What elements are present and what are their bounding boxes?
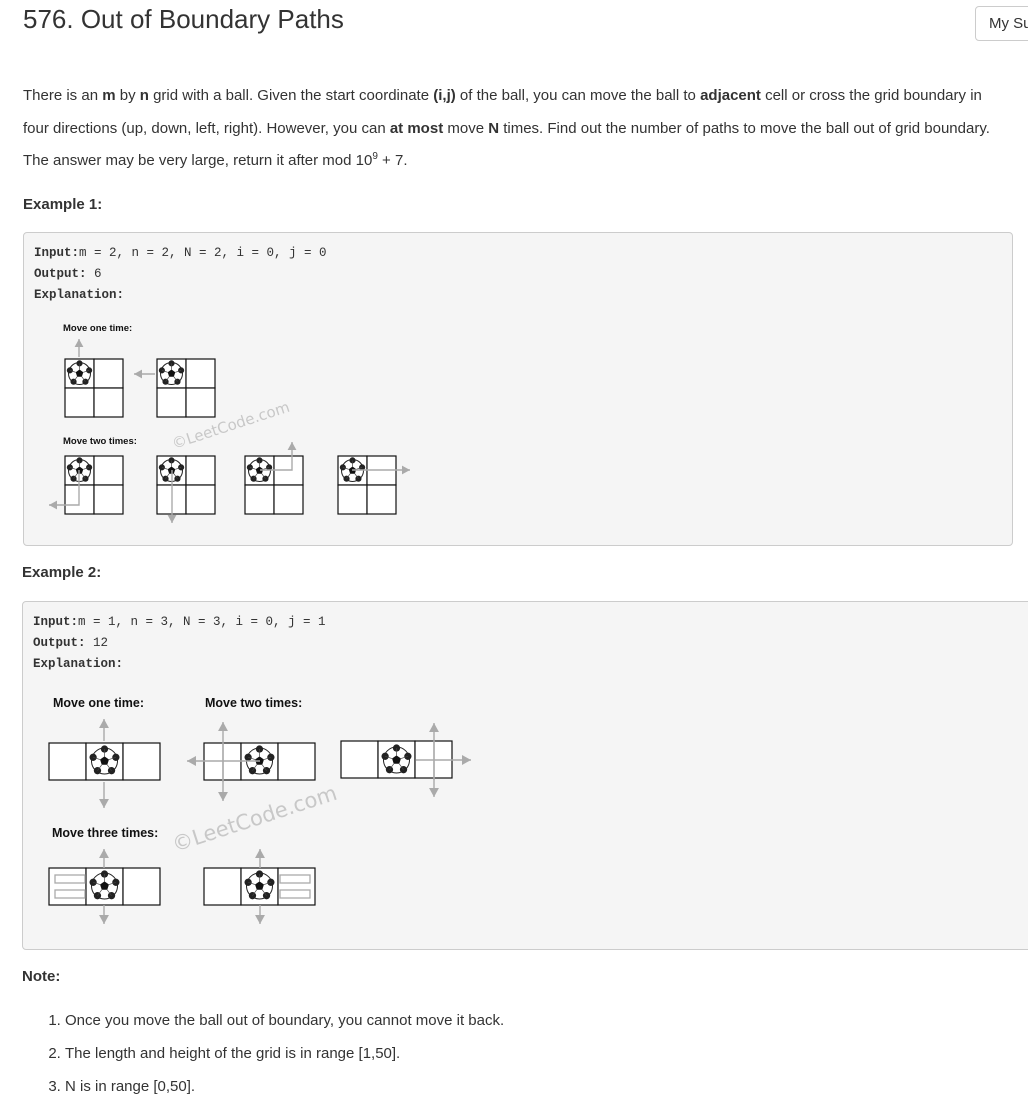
ex2-label-move-one: Move one time: bbox=[53, 696, 144, 710]
note-heading: Note: bbox=[22, 968, 61, 985]
arrow-down-icon bbox=[99, 915, 109, 924]
note-item: Once you move the ball out of boundary, … bbox=[65, 1004, 504, 1037]
arrow-down-icon bbox=[218, 792, 228, 801]
term-adjacent: adjacent bbox=[700, 87, 761, 104]
arrow-up-icon bbox=[74, 339, 84, 347]
var-m: m bbox=[102, 87, 116, 104]
arrow-down-icon bbox=[167, 515, 177, 523]
var-ij: (i,j) bbox=[433, 87, 456, 104]
my-submissions-button[interactable]: My Su bbox=[975, 6, 1028, 41]
arrow-down-icon bbox=[255, 915, 265, 924]
arrow-up-icon bbox=[429, 723, 439, 732]
note-item: The length and height of the grid is in … bbox=[65, 1037, 504, 1070]
ex2-label-move-two: Move two times: bbox=[205, 696, 302, 710]
example2-heading: Example 2: bbox=[22, 564, 102, 581]
arrow-up-icon bbox=[287, 442, 297, 450]
ex2-watermark: ©LeetCode.com bbox=[169, 781, 340, 857]
arrow-left-icon bbox=[49, 500, 57, 510]
example2-code-block: Input:m = 1, n = 3, N = 3, i = 0, j = 1 … bbox=[22, 601, 1028, 950]
note-list: Once you move the ball out of boundary, … bbox=[22, 1004, 504, 1103]
problem-description: There is an m by n grid with a ball. Giv… bbox=[23, 87, 990, 169]
example1-heading: Example 1: bbox=[23, 196, 103, 213]
term-at-most: at most bbox=[389, 119, 444, 137]
arrow-up-icon bbox=[218, 722, 228, 731]
arrow-up-icon bbox=[99, 849, 109, 858]
var-N: N bbox=[488, 119, 500, 137]
problem-title: 576. Out of Boundary Paths bbox=[23, 4, 344, 34]
arrow-up-icon bbox=[255, 849, 265, 858]
ex1-label-move-two: Move two times: bbox=[63, 436, 137, 447]
arrow-left-icon bbox=[187, 756, 196, 766]
arrow-down-icon bbox=[429, 788, 439, 797]
ex1-label-move-one: Move one time: bbox=[63, 323, 132, 334]
arrow-right-icon bbox=[462, 755, 471, 765]
note-item: N is in range [0,50]. bbox=[65, 1070, 504, 1103]
example2-figure: Move one time: Move two times: Move thre… bbox=[48, 696, 471, 924]
var-n: n bbox=[139, 87, 149, 104]
arrow-down-icon bbox=[99, 799, 109, 808]
arrow-right-icon bbox=[402, 465, 410, 475]
ex2-label-move-three: Move three times: bbox=[52, 826, 158, 840]
example1-code-block: Input:m = 2, n = 2, N = 2, i = 0, j = 0 … bbox=[23, 232, 1013, 546]
arrow-up-icon bbox=[99, 719, 109, 728]
example1-figure: Move one time: Move two times: ©LeetCode… bbox=[49, 323, 410, 523]
arrow-left-icon bbox=[134, 369, 142, 379]
